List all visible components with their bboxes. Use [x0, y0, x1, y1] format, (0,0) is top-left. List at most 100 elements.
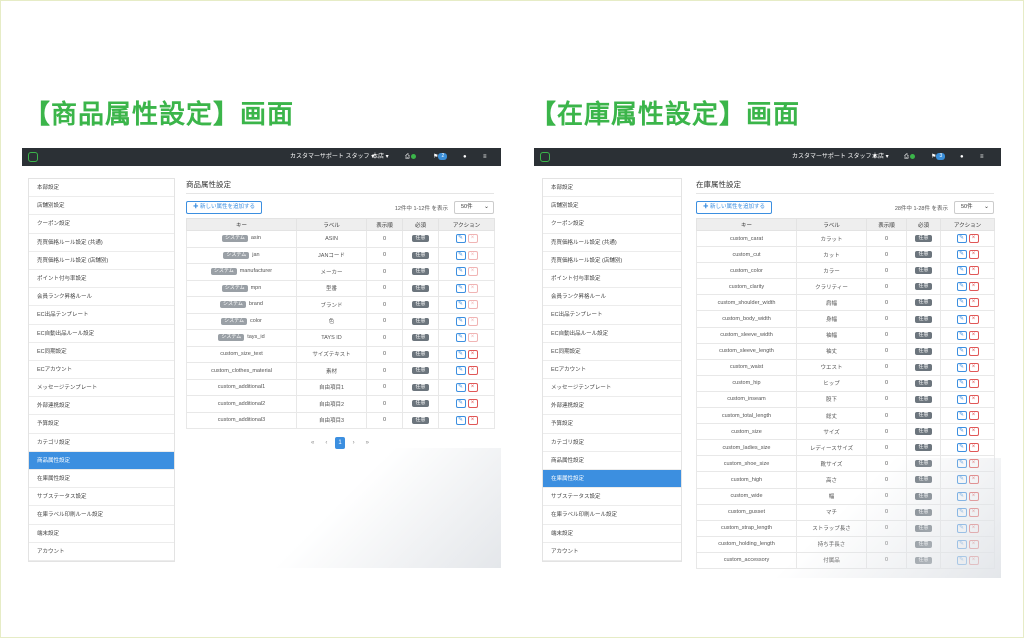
- edit-icon[interactable]: ✎: [455, 399, 466, 409]
- column-header[interactable]: 必須: [402, 218, 439, 231]
- sidebar-item[interactable]: 売買価格ルール設定 (共通): [29, 234, 174, 252]
- sidebar-item[interactable]: カテゴリ設定: [29, 434, 174, 452]
- store-menu[interactable]: 本店 ▾: [872, 152, 889, 162]
- sidebar-item[interactable]: サブステータス設定: [543, 488, 681, 507]
- store-menu[interactable]: 本店 ▾: [372, 152, 389, 162]
- sidebar-item[interactable]: 会員ランク昇格ルール: [29, 288, 174, 307]
- edit-icon[interactable]: ✎: [956, 298, 967, 308]
- sidebar-item[interactable]: 予算設定: [29, 415, 174, 434]
- sidebar-item[interactable]: 本部設定: [543, 179, 681, 198]
- page-prev[interactable]: ‹: [321, 437, 331, 449]
- sidebar-item[interactable]: 商品属性設定: [29, 451, 174, 470]
- delete-icon[interactable]: ×: [467, 283, 478, 293]
- edit-icon[interactable]: ✎: [956, 411, 967, 421]
- delete-icon[interactable]: ×: [968, 491, 979, 501]
- edit-icon[interactable]: ✎: [455, 300, 466, 310]
- sidebar-item[interactable]: EC同期設定: [543, 343, 681, 361]
- sidebar-item[interactable]: メッセージテンプレート: [29, 379, 174, 398]
- edit-icon[interactable]: ✎: [956, 459, 967, 469]
- sidebar-item[interactable]: 商品属性設定: [543, 452, 681, 470]
- sidebar-item[interactable]: サブステータス設定: [29, 488, 174, 507]
- column-header[interactable]: ラベル: [796, 218, 867, 231]
- edit-icon[interactable]: ✎: [455, 349, 466, 359]
- sidebar-item[interactable]: 端末設定: [29, 525, 174, 543]
- delete-icon[interactable]: ×: [968, 346, 979, 356]
- delete-icon[interactable]: ×: [467, 366, 478, 376]
- flag-icon[interactable]: ⚑ 2: [433, 152, 448, 162]
- delete-icon[interactable]: ×: [968, 427, 979, 437]
- delete-icon[interactable]: ×: [467, 399, 478, 409]
- sidebar-item[interactable]: ポイント付与率設定: [29, 270, 174, 289]
- edit-icon[interactable]: ✎: [455, 333, 466, 343]
- sidebar-item[interactable]: 在庫ラベル印刷ルール設定: [29, 506, 174, 525]
- user-menu[interactable]: カスタマーサポート スタッフ ▾: [290, 152, 374, 162]
- delete-icon[interactable]: ×: [968, 266, 979, 276]
- sidebar-item[interactable]: クーポン設定: [543, 215, 681, 234]
- delete-icon[interactable]: ×: [467, 234, 478, 244]
- app-logo-icon[interactable]: [540, 152, 550, 162]
- sidebar-item[interactable]: 会員ランク昇格ルール: [543, 288, 681, 307]
- column-header[interactable]: 必須: [906, 218, 941, 231]
- sidebar-item[interactable]: 売買価格ルール設定 (店舗別): [543, 252, 681, 270]
- sidebar-item[interactable]: ECアカウント: [29, 361, 174, 380]
- sidebar-item[interactable]: 在庫ラベル印刷ルール設定: [543, 506, 681, 525]
- flag-icon[interactable]: ⚑ 3: [931, 152, 946, 162]
- edit-icon[interactable]: ✎: [956, 266, 967, 276]
- edit-icon[interactable]: ✎: [956, 427, 967, 437]
- edit-icon[interactable]: ✎: [956, 234, 967, 244]
- delete-icon[interactable]: ×: [968, 330, 979, 340]
- delete-icon[interactable]: ×: [968, 394, 979, 404]
- edit-icon[interactable]: ✎: [455, 415, 466, 425]
- delete-icon[interactable]: ×: [968, 443, 979, 453]
- delete-icon[interactable]: ×: [467, 267, 478, 277]
- add-attribute-button[interactable]: ✚ 新しい属性を追加する: [186, 201, 263, 214]
- user-menu[interactable]: カスタマーサポート スタッフ ▾: [792, 152, 876, 162]
- column-header[interactable]: 表示順: [866, 218, 907, 231]
- sidebar-item[interactable]: EC同期設定: [29, 343, 174, 361]
- sidebar-item[interactable]: メッセージテンプレート: [543, 379, 681, 398]
- edit-icon[interactable]: ✎: [956, 491, 967, 501]
- sidebar-item[interactable]: 売買価格ルール設定 (共通): [543, 234, 681, 252]
- delete-icon[interactable]: ×: [968, 475, 979, 485]
- sidebar-item[interactable]: 店舗別設定: [543, 197, 681, 216]
- edit-icon[interactable]: ✎: [455, 382, 466, 392]
- per-page-select[interactable]: 50件 ⌄: [454, 201, 494, 214]
- delete-icon[interactable]: ×: [467, 333, 478, 343]
- sidebar-item[interactable]: 予算設定: [543, 415, 681, 434]
- edit-icon[interactable]: ✎: [956, 539, 967, 549]
- page-first[interactable]: «: [308, 437, 318, 449]
- sidebar-item[interactable]: 店舗別設定: [29, 197, 174, 216]
- edit-icon[interactable]: ✎: [956, 555, 967, 565]
- edit-icon[interactable]: ✎: [455, 267, 466, 277]
- page-current[interactable]: 1: [335, 437, 345, 449]
- sidebar-item[interactable]: 外部連携設定: [29, 397, 174, 416]
- sidebar-item[interactable]: クーポン設定: [29, 215, 174, 234]
- sidebar-item[interactable]: カテゴリ設定: [543, 434, 681, 452]
- delete-icon[interactable]: ×: [467, 382, 478, 392]
- sidebar-item[interactable]: アカウント: [543, 543, 681, 561]
- column-header[interactable]: アクション: [940, 218, 995, 231]
- edit-icon[interactable]: ✎: [956, 250, 967, 260]
- page-next[interactable]: ›: [349, 437, 359, 449]
- sidebar-item[interactable]: EC自動出品ルール設定: [29, 325, 174, 343]
- delete-icon[interactable]: ×: [467, 316, 478, 326]
- edit-icon[interactable]: ✎: [956, 507, 967, 517]
- delete-icon[interactable]: ×: [968, 378, 979, 388]
- delete-icon[interactable]: ×: [968, 411, 979, 421]
- sidebar-item[interactable]: 在庫属性設定: [543, 470, 681, 489]
- hamburger-menu-icon[interactable]: ≡: [483, 152, 487, 162]
- add-attribute-button[interactable]: ✚ 新しい属性を追加する: [696, 201, 773, 214]
- column-header[interactable]: ラベル: [296, 218, 367, 231]
- delete-icon[interactable]: ×: [968, 507, 979, 517]
- app-logo-icon[interactable]: [28, 152, 38, 162]
- delete-icon[interactable]: ×: [968, 523, 979, 533]
- sidebar-item[interactable]: ECアカウント: [543, 361, 681, 380]
- delete-icon[interactable]: ×: [467, 349, 478, 359]
- delete-icon[interactable]: ×: [968, 250, 979, 260]
- edit-icon[interactable]: ✎: [956, 523, 967, 533]
- edit-icon[interactable]: ✎: [455, 234, 466, 244]
- edit-icon[interactable]: ✎: [956, 443, 967, 453]
- edit-icon[interactable]: ✎: [956, 282, 967, 292]
- printer-icon[interactable]: ⎙: [904, 152, 915, 162]
- delete-icon[interactable]: ×: [968, 362, 979, 372]
